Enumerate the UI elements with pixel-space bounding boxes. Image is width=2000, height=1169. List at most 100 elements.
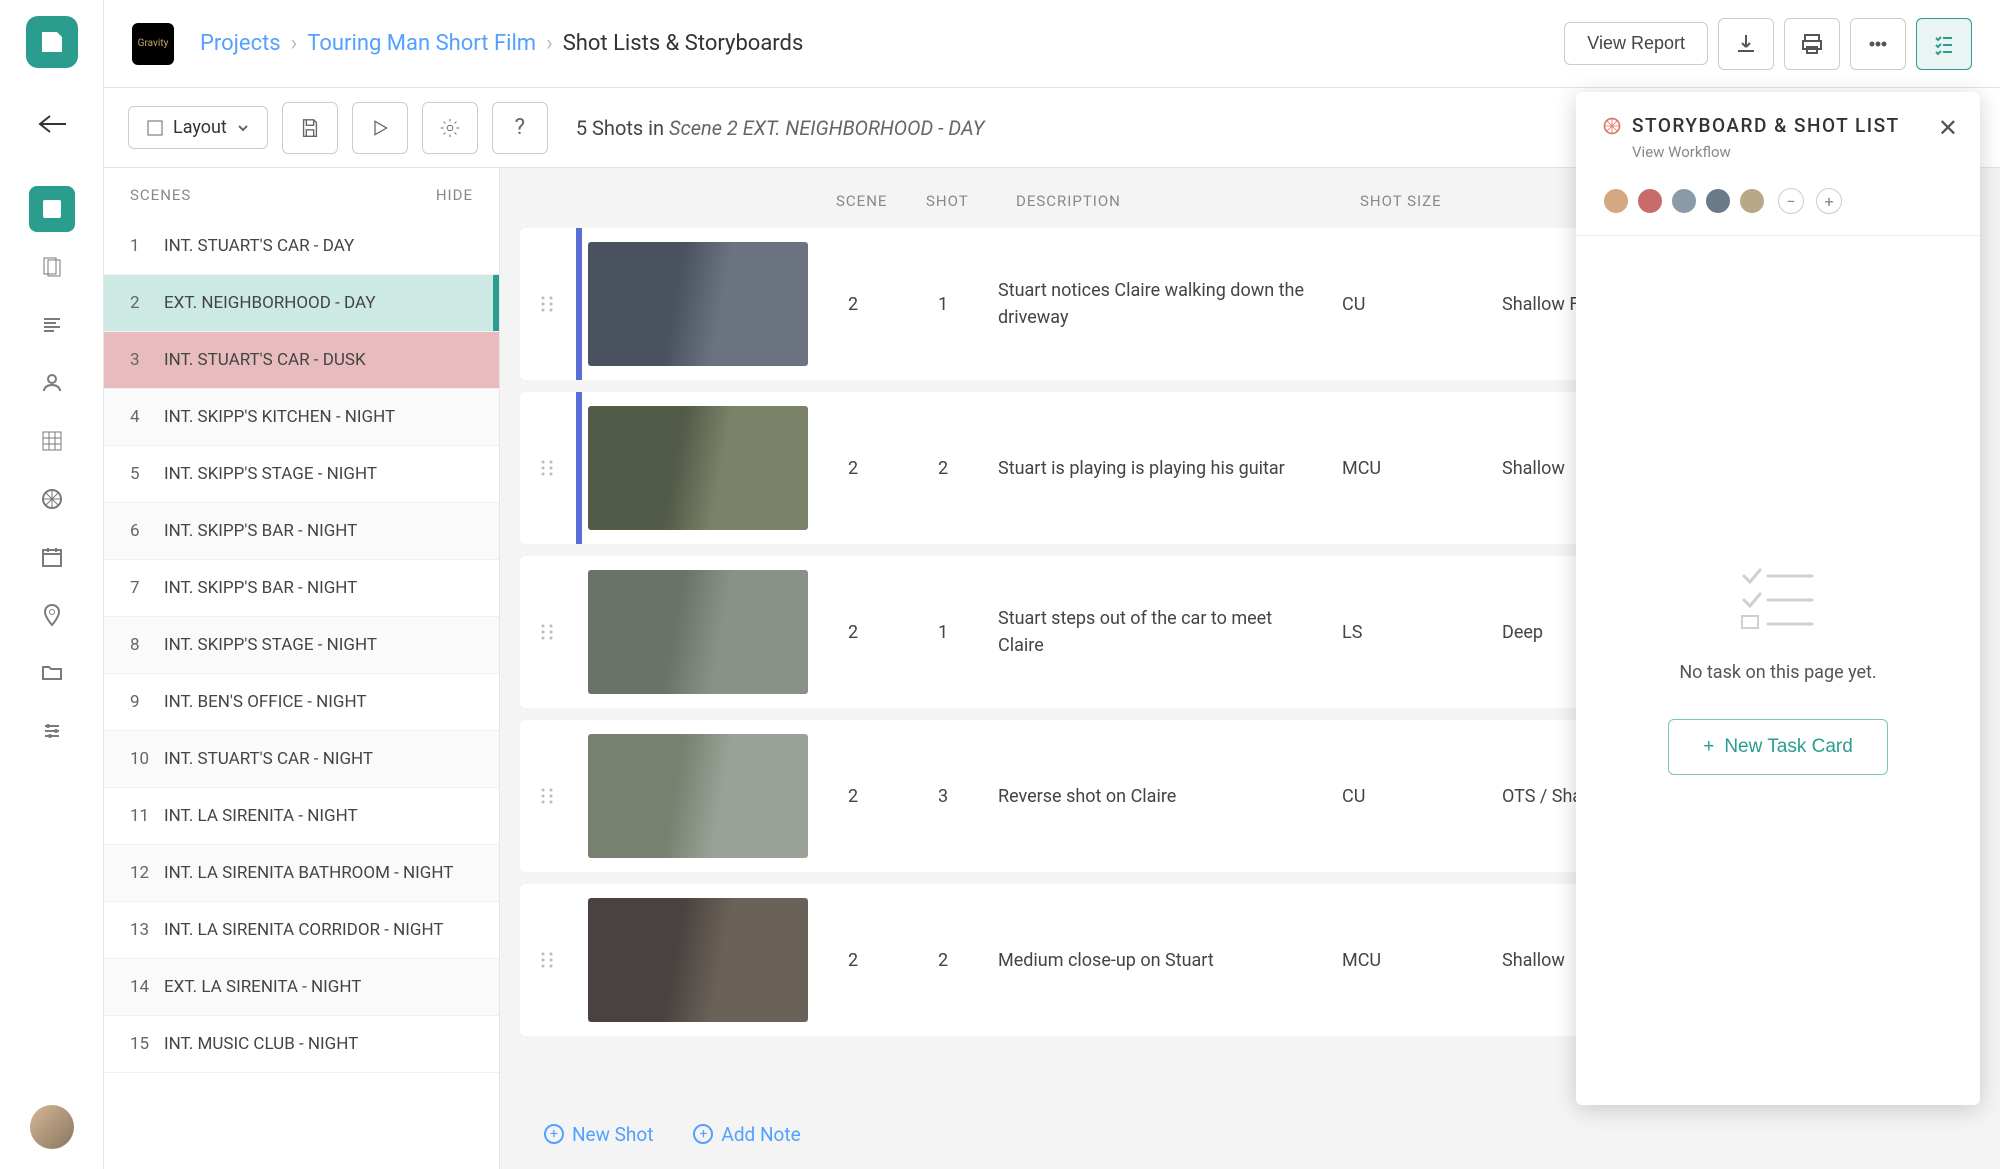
shot-number: 2	[898, 950, 988, 971]
scene-number: 5	[130, 464, 164, 484]
new-shot-button[interactable]: + New Shot	[544, 1123, 653, 1146]
hide-scenes-button[interactable]: HIDE	[436, 186, 473, 204]
shot-description: Medium close-up on Stuart	[988, 947, 1332, 974]
scene-name: INT. SKIPP'S STAGE - NIGHT	[164, 635, 377, 655]
layout-dropdown[interactable]: Layout	[128, 106, 268, 149]
breadcrumb-project-name[interactable]: Touring Man Short Film	[307, 31, 536, 56]
collaborator-avatar[interactable]	[1670, 187, 1698, 215]
scene-item[interactable]: 1INT. STUART'S CAR - DAY	[104, 218, 499, 275]
remove-collaborator-button[interactable]: −	[1778, 188, 1804, 214]
shot-number: 3	[898, 786, 988, 807]
scene-item[interactable]: 15INT. MUSIC CLUB - NIGHT	[104, 1016, 499, 1073]
drag-handle-icon[interactable]	[520, 294, 574, 314]
scenes-header-label: SCENES	[130, 186, 191, 204]
scene-item[interactable]: 13INT. LA SIRENITA CORRIDOR - NIGHT	[104, 902, 499, 959]
left-nav-rail	[0, 0, 104, 1169]
shot-description: Stuart steps out of the car to meet Clai…	[988, 605, 1332, 659]
breadcrumb: Projects › Touring Man Short Film › Shot…	[194, 31, 803, 56]
add-note-button[interactable]: + Add Note	[693, 1123, 800, 1146]
nav-gear-wheel-icon[interactable]	[29, 476, 75, 522]
shot-scene-number: 2	[808, 622, 898, 643]
collaborator-avatar[interactable]	[1602, 187, 1630, 215]
close-panel-button[interactable]: ✕	[1938, 114, 1958, 142]
empty-state-text: No task on this page yet.	[1679, 662, 1876, 683]
nav-cast-icon[interactable]	[29, 360, 75, 406]
drag-handle-icon[interactable]	[520, 786, 574, 806]
scenes-panel: SCENES HIDE 1INT. STUART'S CAR - DAY2EXT…	[104, 168, 500, 1169]
scene-item[interactable]: 10INT. STUART'S CAR - NIGHT	[104, 731, 499, 788]
more-button[interactable]	[1850, 18, 1906, 70]
scene-number: 8	[130, 635, 164, 655]
scene-item[interactable]: 7INT. SKIPP'S BAR - NIGHT	[104, 560, 499, 617]
scene-number: 6	[130, 521, 164, 541]
scene-item[interactable]: 4INT. SKIPP'S KITCHEN - NIGHT	[104, 389, 499, 446]
settings-gear-button[interactable]	[422, 102, 478, 154]
scene-item[interactable]: 6INT. SKIPP'S BAR - NIGHT	[104, 503, 499, 560]
scene-item[interactable]: 12INT. LA SIRENITA BATHROOM - NIGHT	[104, 845, 499, 902]
download-button[interactable]	[1718, 18, 1774, 70]
scene-number: 12	[130, 863, 164, 883]
drag-handle-icon[interactable]	[520, 622, 574, 642]
scene-item[interactable]: 5INT. SKIPP'S STAGE - NIGHT	[104, 446, 499, 503]
nav-script-icon[interactable]	[29, 302, 75, 348]
scene-item[interactable]: 2EXT. NEIGHBORHOOD - DAY	[104, 275, 499, 332]
collaborator-avatar[interactable]	[1704, 187, 1732, 215]
nav-location-icon[interactable]	[29, 592, 75, 638]
drag-handle-icon[interactable]	[520, 950, 574, 970]
shot-number: 1	[898, 622, 988, 643]
drag-handle-icon[interactable]	[520, 458, 574, 478]
collaborator-avatar[interactable]	[1738, 187, 1766, 215]
scene-name: INT. BEN'S OFFICE - NIGHT	[164, 692, 367, 712]
nav-settings-icon[interactable]	[29, 708, 75, 754]
tasks-panel-toggle[interactable]	[1916, 18, 1972, 70]
shot-thumbnail[interactable]	[588, 406, 808, 530]
breadcrumb-projects[interactable]: Projects	[200, 31, 281, 56]
scene-name: EXT. LA SIRENITA - NIGHT	[164, 977, 361, 997]
shot-scene-number: 2	[808, 294, 898, 315]
nav-storyboard-icon[interactable]	[29, 186, 75, 232]
nav-reports-icon[interactable]	[29, 418, 75, 464]
scene-name: INT. STUART'S CAR - NIGHT	[164, 749, 373, 769]
nav-files-icon[interactable]	[29, 650, 75, 696]
side-panel-title: STORYBOARD & SHOT LIST	[1602, 114, 1954, 137]
add-collaborator-button[interactable]: +	[1816, 188, 1842, 214]
nav-documents-icon[interactable]	[29, 244, 75, 290]
project-badge[interactable]: Gravity	[132, 23, 174, 65]
scene-item[interactable]: 3INT. STUART'S CAR - DUSK	[104, 332, 499, 389]
scene-item[interactable]: 14EXT. LA SIRENITA - NIGHT	[104, 959, 499, 1016]
shot-thumbnail[interactable]	[588, 242, 808, 366]
print-button[interactable]	[1784, 18, 1840, 70]
view-workflow-link[interactable]: View Workflow	[1632, 143, 1954, 161]
col-header-scene: SCENE	[836, 192, 926, 210]
bottom-actions: + New Shot + Add Note	[520, 1099, 2000, 1169]
scene-name: INT. STUART'S CAR - DUSK	[164, 350, 366, 370]
shot-number: 1	[898, 294, 988, 315]
play-button[interactable]	[352, 102, 408, 154]
back-arrow-icon[interactable]	[38, 114, 68, 138]
view-report-button[interactable]: View Report	[1564, 22, 1708, 65]
nav-calendar-icon[interactable]	[29, 534, 75, 580]
scene-name: INT. LA SIRENITA CORRIDOR - NIGHT	[164, 920, 443, 940]
shot-size: CU	[1332, 786, 1492, 807]
scene-number: 14	[130, 977, 164, 997]
shot-size: MCU	[1332, 950, 1492, 971]
chevron-right-icon: ›	[291, 31, 298, 56]
user-avatar[interactable]	[30, 1105, 74, 1149]
scene-item[interactable]: 8INT. SKIPP'S STAGE - NIGHT	[104, 617, 499, 674]
shot-thumbnail[interactable]	[588, 734, 808, 858]
save-button[interactable]	[282, 102, 338, 154]
shot-description: Stuart notices Claire walking down the d…	[988, 277, 1332, 331]
collaborators-row: − +	[1576, 177, 1980, 236]
collaborator-avatar[interactable]	[1636, 187, 1664, 215]
new-task-card-button[interactable]: + New Task Card	[1668, 719, 1888, 775]
shot-thumbnail[interactable]	[588, 898, 808, 1022]
scene-item[interactable]: 11INT. LA SIRENITA - NIGHT	[104, 788, 499, 845]
col-header-description: DESCRIPTION	[1016, 192, 1360, 210]
app-logo[interactable]	[26, 16, 78, 68]
shot-scene-number: 2	[808, 950, 898, 971]
scene-item[interactable]: 9INT. BEN'S OFFICE - NIGHT	[104, 674, 499, 731]
shot-thumbnail[interactable]	[588, 570, 808, 694]
help-button[interactable]: ?	[492, 102, 548, 154]
scene-number: 10	[130, 749, 164, 769]
scene-number: 4	[130, 407, 164, 427]
